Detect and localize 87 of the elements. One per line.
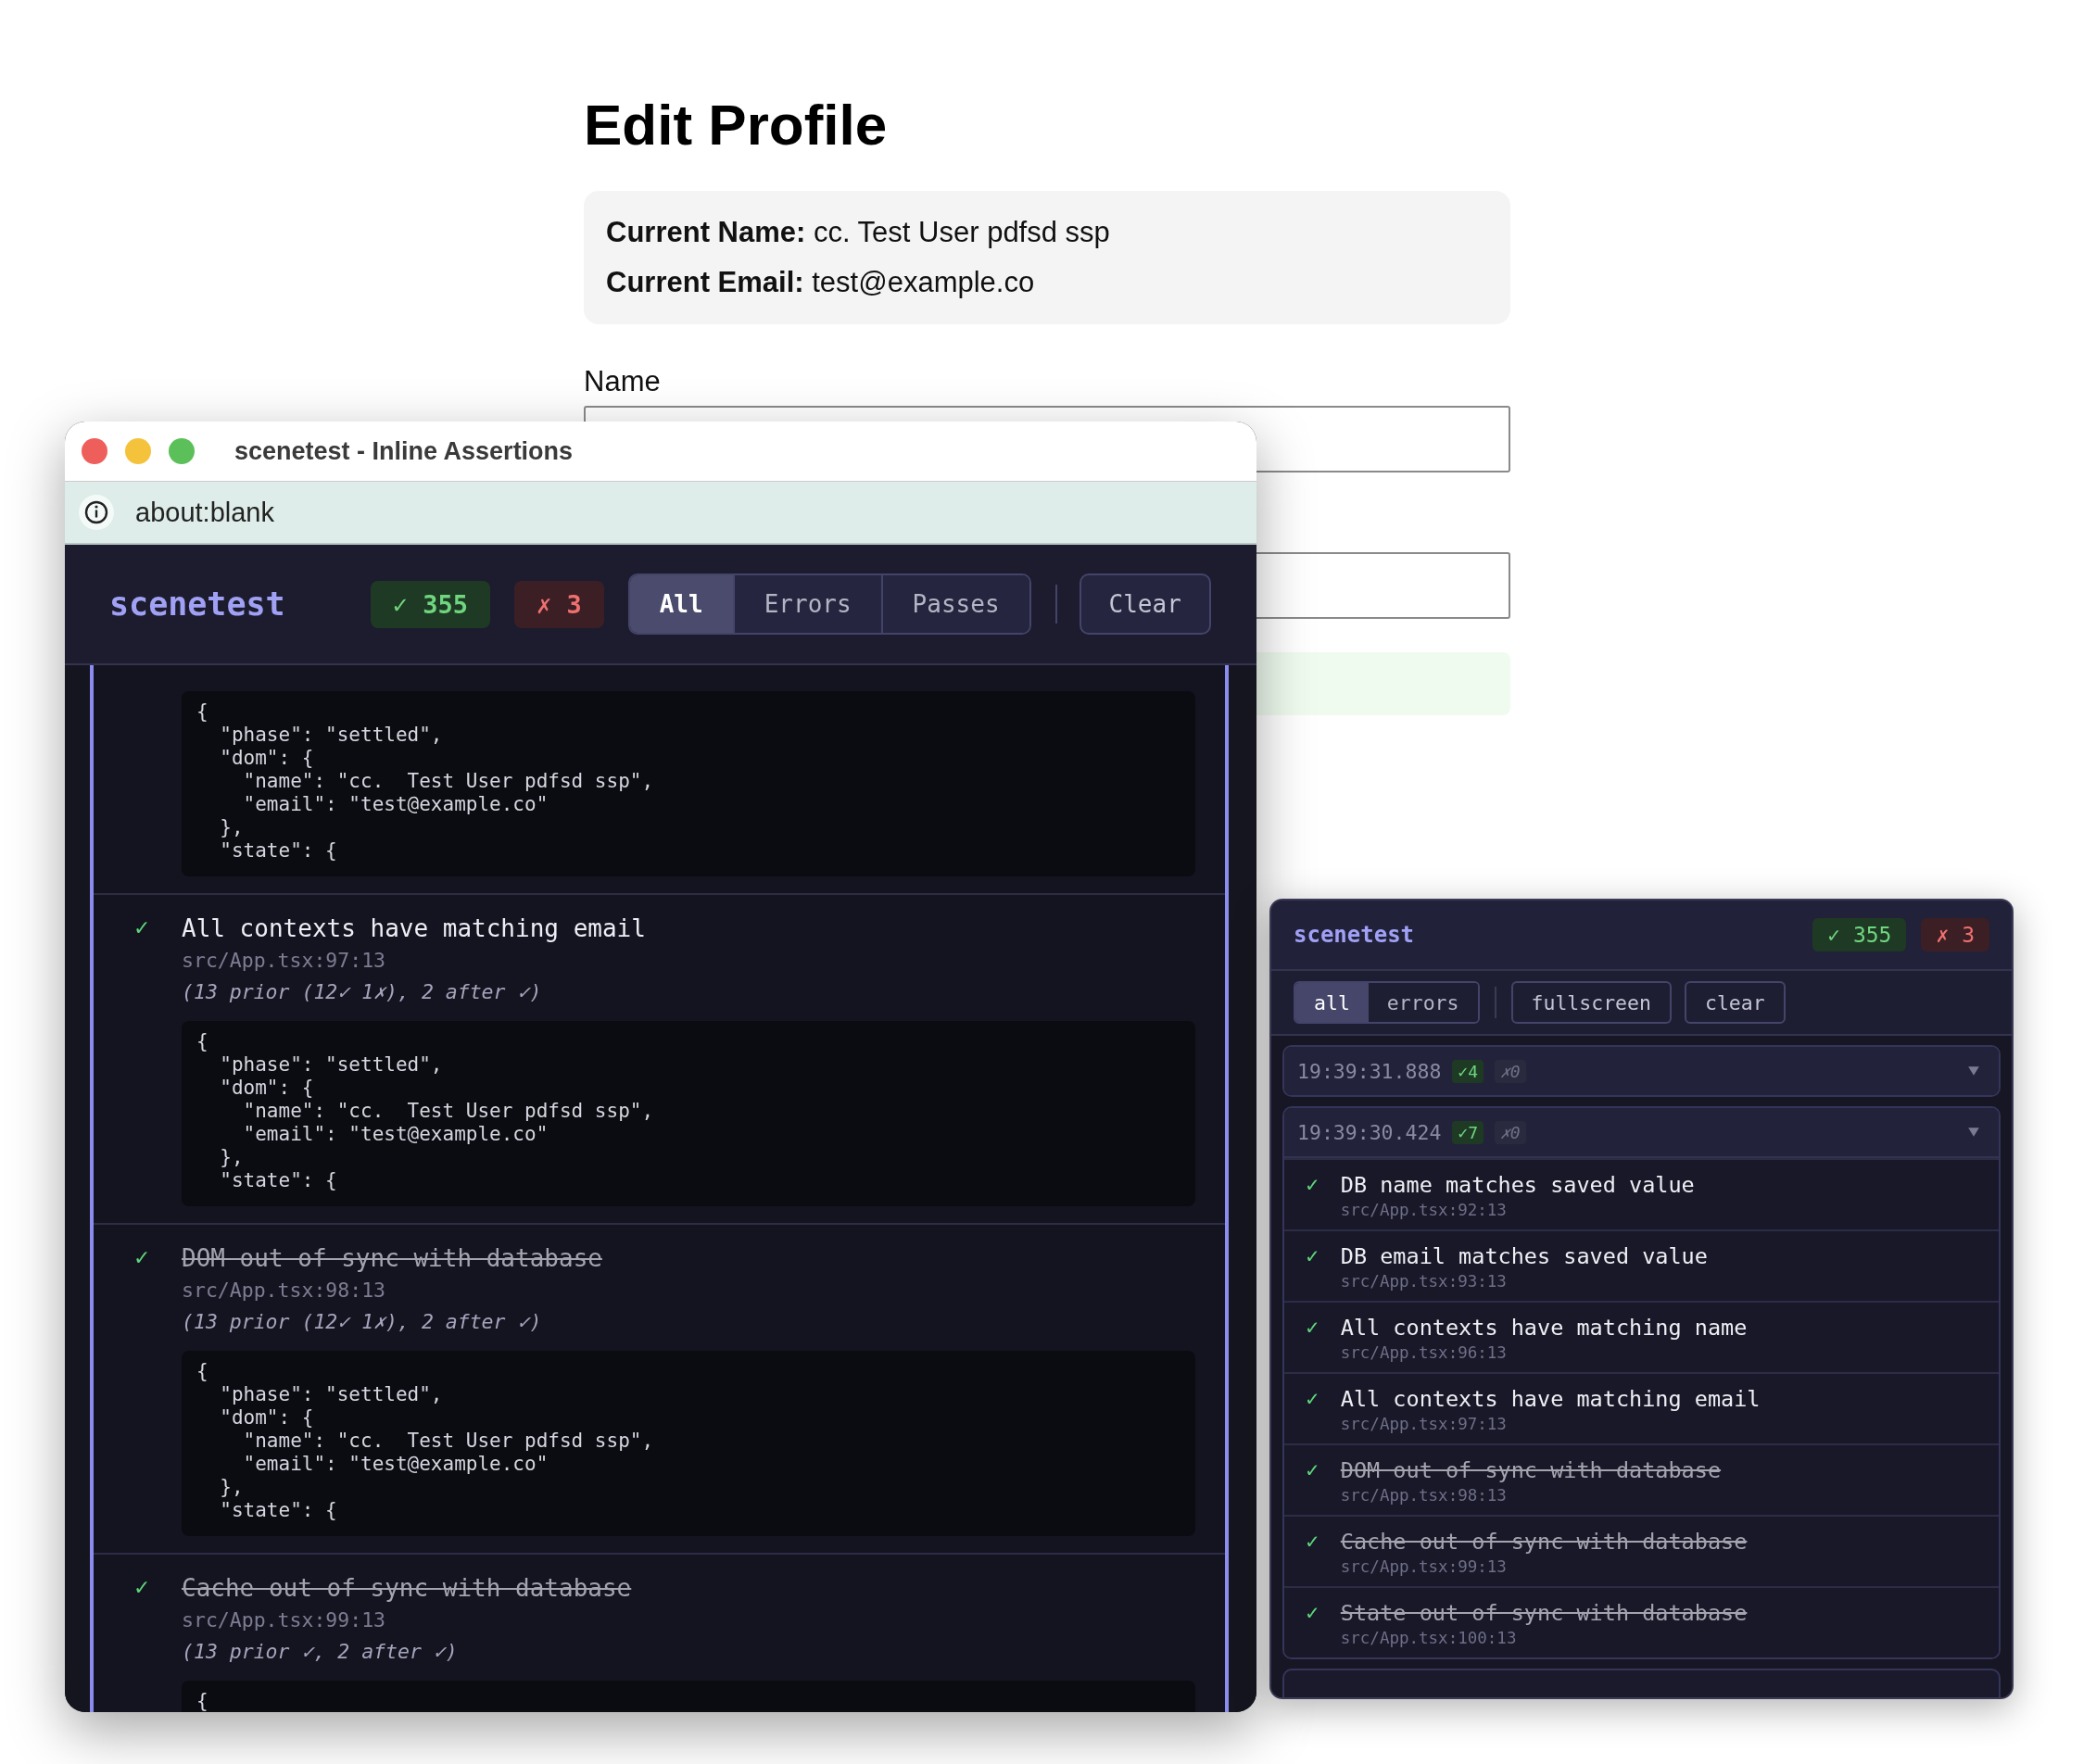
maximize-icon[interactable] — [169, 438, 195, 464]
source-location: src/App.tsx:99:13 — [1340, 1556, 1508, 1578]
toolbar-button[interactable]: clear — [1684, 981, 1786, 1024]
source-location: src/App.tsx:100:13 — [1340, 1628, 1518, 1649]
fail-count: ✗ 3 — [513, 580, 604, 628]
code-line: "phase": "settled", — [219, 1053, 444, 1077]
source-location: src/App.tsx:97:13 — [182, 948, 387, 974]
assertion-title: Cache out of sync with database — [182, 1573, 632, 1604]
group-header[interactable]: 19:39:30.424 ✓7 ✗0 — [1284, 1108, 1999, 1158]
history-note: (13 prior (12✓ 1✗), 2 after ✓) — [182, 979, 543, 1005]
assertion-title: DOM out of sync with database — [182, 1243, 602, 1274]
assertion-title: All contexts have matching email — [182, 914, 646, 944]
fail-count: ✗0 — [1495, 1059, 1526, 1083]
code-line: }, — [219, 816, 245, 839]
brand-title: scenetest — [109, 586, 285, 623]
assertion-title: All contexts have matching email — [1340, 1385, 1761, 1413]
code-line: "dom": { — [219, 1406, 315, 1430]
info-line: Current Email: test@example.co — [606, 265, 1036, 300]
code-line: { — [196, 1030, 209, 1053]
code-line: }, — [219, 1146, 245, 1169]
status-mark: ✓ — [1305, 1390, 1320, 1408]
assertion-title: DB email matches saved value — [1340, 1242, 1708, 1270]
assertion-title: Cache out of sync with database — [1340, 1528, 1748, 1556]
code-line: "phase": "settled", — [219, 1383, 444, 1406]
status-mark: ✓ — [133, 1248, 151, 1268]
pass-count: ✓ 355 — [1812, 918, 1907, 951]
info-icon[interactable] — [78, 494, 115, 531]
fail-count: ✗0 — [1495, 1120, 1526, 1144]
code-line: "state": { — [219, 1499, 338, 1522]
pass-count: ✓ 355 — [370, 580, 490, 628]
source-location: src/App.tsx:98:13 — [182, 1278, 387, 1304]
assertion-title: DOM out of sync with database — [1340, 1456, 1722, 1484]
history-note: (13 prior ✓, 2 after ✓) — [182, 1639, 459, 1665]
caret-icon — [1967, 1065, 1980, 1077]
pass-count: ✓4 — [1452, 1059, 1484, 1083]
code-line: "email": "test@example.co" — [242, 1453, 549, 1476]
group-header[interactable]: 19:39:31.888 ✓4 ✗0 — [1284, 1047, 1999, 1095]
code-line: "dom": { — [219, 1077, 315, 1100]
code-line: "state": { — [219, 839, 338, 863]
code-line: { — [196, 700, 209, 724]
filter-tab[interactable]: All — [629, 575, 733, 633]
filter-tab[interactable]: all — [1295, 983, 1369, 1022]
code-line: "name": "cc. Test User pdfsd ssp", — [242, 1100, 655, 1123]
code-line: "email": "test@example.co" — [242, 793, 549, 816]
source-location: src/App.tsx:96:13 — [1340, 1342, 1508, 1364]
code-line: "phase": "settled", — [219, 724, 444, 747]
source-location: src/App.tsx:98:13 — [1340, 1485, 1508, 1506]
code-line: "dom": { — [219, 747, 315, 770]
window-title: scenetest - Inline Assertions — [234, 436, 574, 466]
source-location: src/App.tsx:99:13 — [182, 1607, 387, 1633]
status-mark: ✓ — [1305, 1176, 1320, 1194]
page-title: Edit Profile — [584, 96, 889, 154]
filter-tab[interactable]: Passes — [880, 575, 1029, 633]
status-mark: ✓ — [133, 1578, 151, 1598]
source-location: src/App.tsx:92:13 — [1340, 1200, 1508, 1221]
assertion-title: State out of sync with database — [1340, 1599, 1748, 1627]
code-line: "state": { — [219, 1169, 338, 1192]
status-mark: ✓ — [1305, 1461, 1320, 1480]
code-line: { — [196, 1690, 209, 1712]
code-line: "name": "cc. Test User pdfsd ssp", — [242, 770, 655, 793]
fail-count: ✗ 3 — [1921, 918, 1989, 951]
code-line: }, — [219, 1476, 245, 1499]
source-location: src/App.tsx:93:13 — [1340, 1271, 1508, 1292]
source-location: src/App.tsx:97:13 — [1340, 1414, 1508, 1435]
assertion-title: DB name matches saved value — [1340, 1171, 1695, 1199]
status-mark: ✓ — [1305, 1532, 1320, 1551]
timestamp: 19:39:31.888 — [1297, 1059, 1442, 1083]
field-label: Name — [584, 365, 662, 398]
pass-count: ✓7 — [1452, 1120, 1484, 1144]
close-icon[interactable] — [82, 438, 107, 464]
history-note: (13 prior (12✓ 1✗), 2 after ✓) — [182, 1309, 543, 1335]
status-mark: ✓ — [133, 918, 151, 939]
info-line: Current Name: cc. Test User pdfsd ssp — [606, 215, 1111, 250]
code-line: { — [196, 1360, 209, 1383]
clear-button[interactable]: Clear — [1079, 573, 1211, 635]
toolbar-button[interactable]: fullscreen — [1510, 981, 1672, 1024]
brand-title: scenetest — [1294, 922, 1415, 948]
address-text[interactable]: about:blank — [135, 497, 274, 528]
status-mark: ✓ — [1305, 1318, 1320, 1337]
status-mark: ✓ — [1305, 1604, 1320, 1622]
caret-icon — [1967, 1127, 1980, 1138]
status-mark: ✓ — [1305, 1247, 1320, 1266]
assertion-title: All contexts have matching name — [1340, 1314, 1748, 1342]
code-line: "email": "test@example.co" — [242, 1123, 549, 1146]
filter-tab[interactable]: Errors — [732, 575, 881, 633]
timestamp: 19:39:30.424 — [1297, 1120, 1442, 1144]
code-line: "name": "cc. Test User pdfsd ssp", — [242, 1430, 655, 1453]
